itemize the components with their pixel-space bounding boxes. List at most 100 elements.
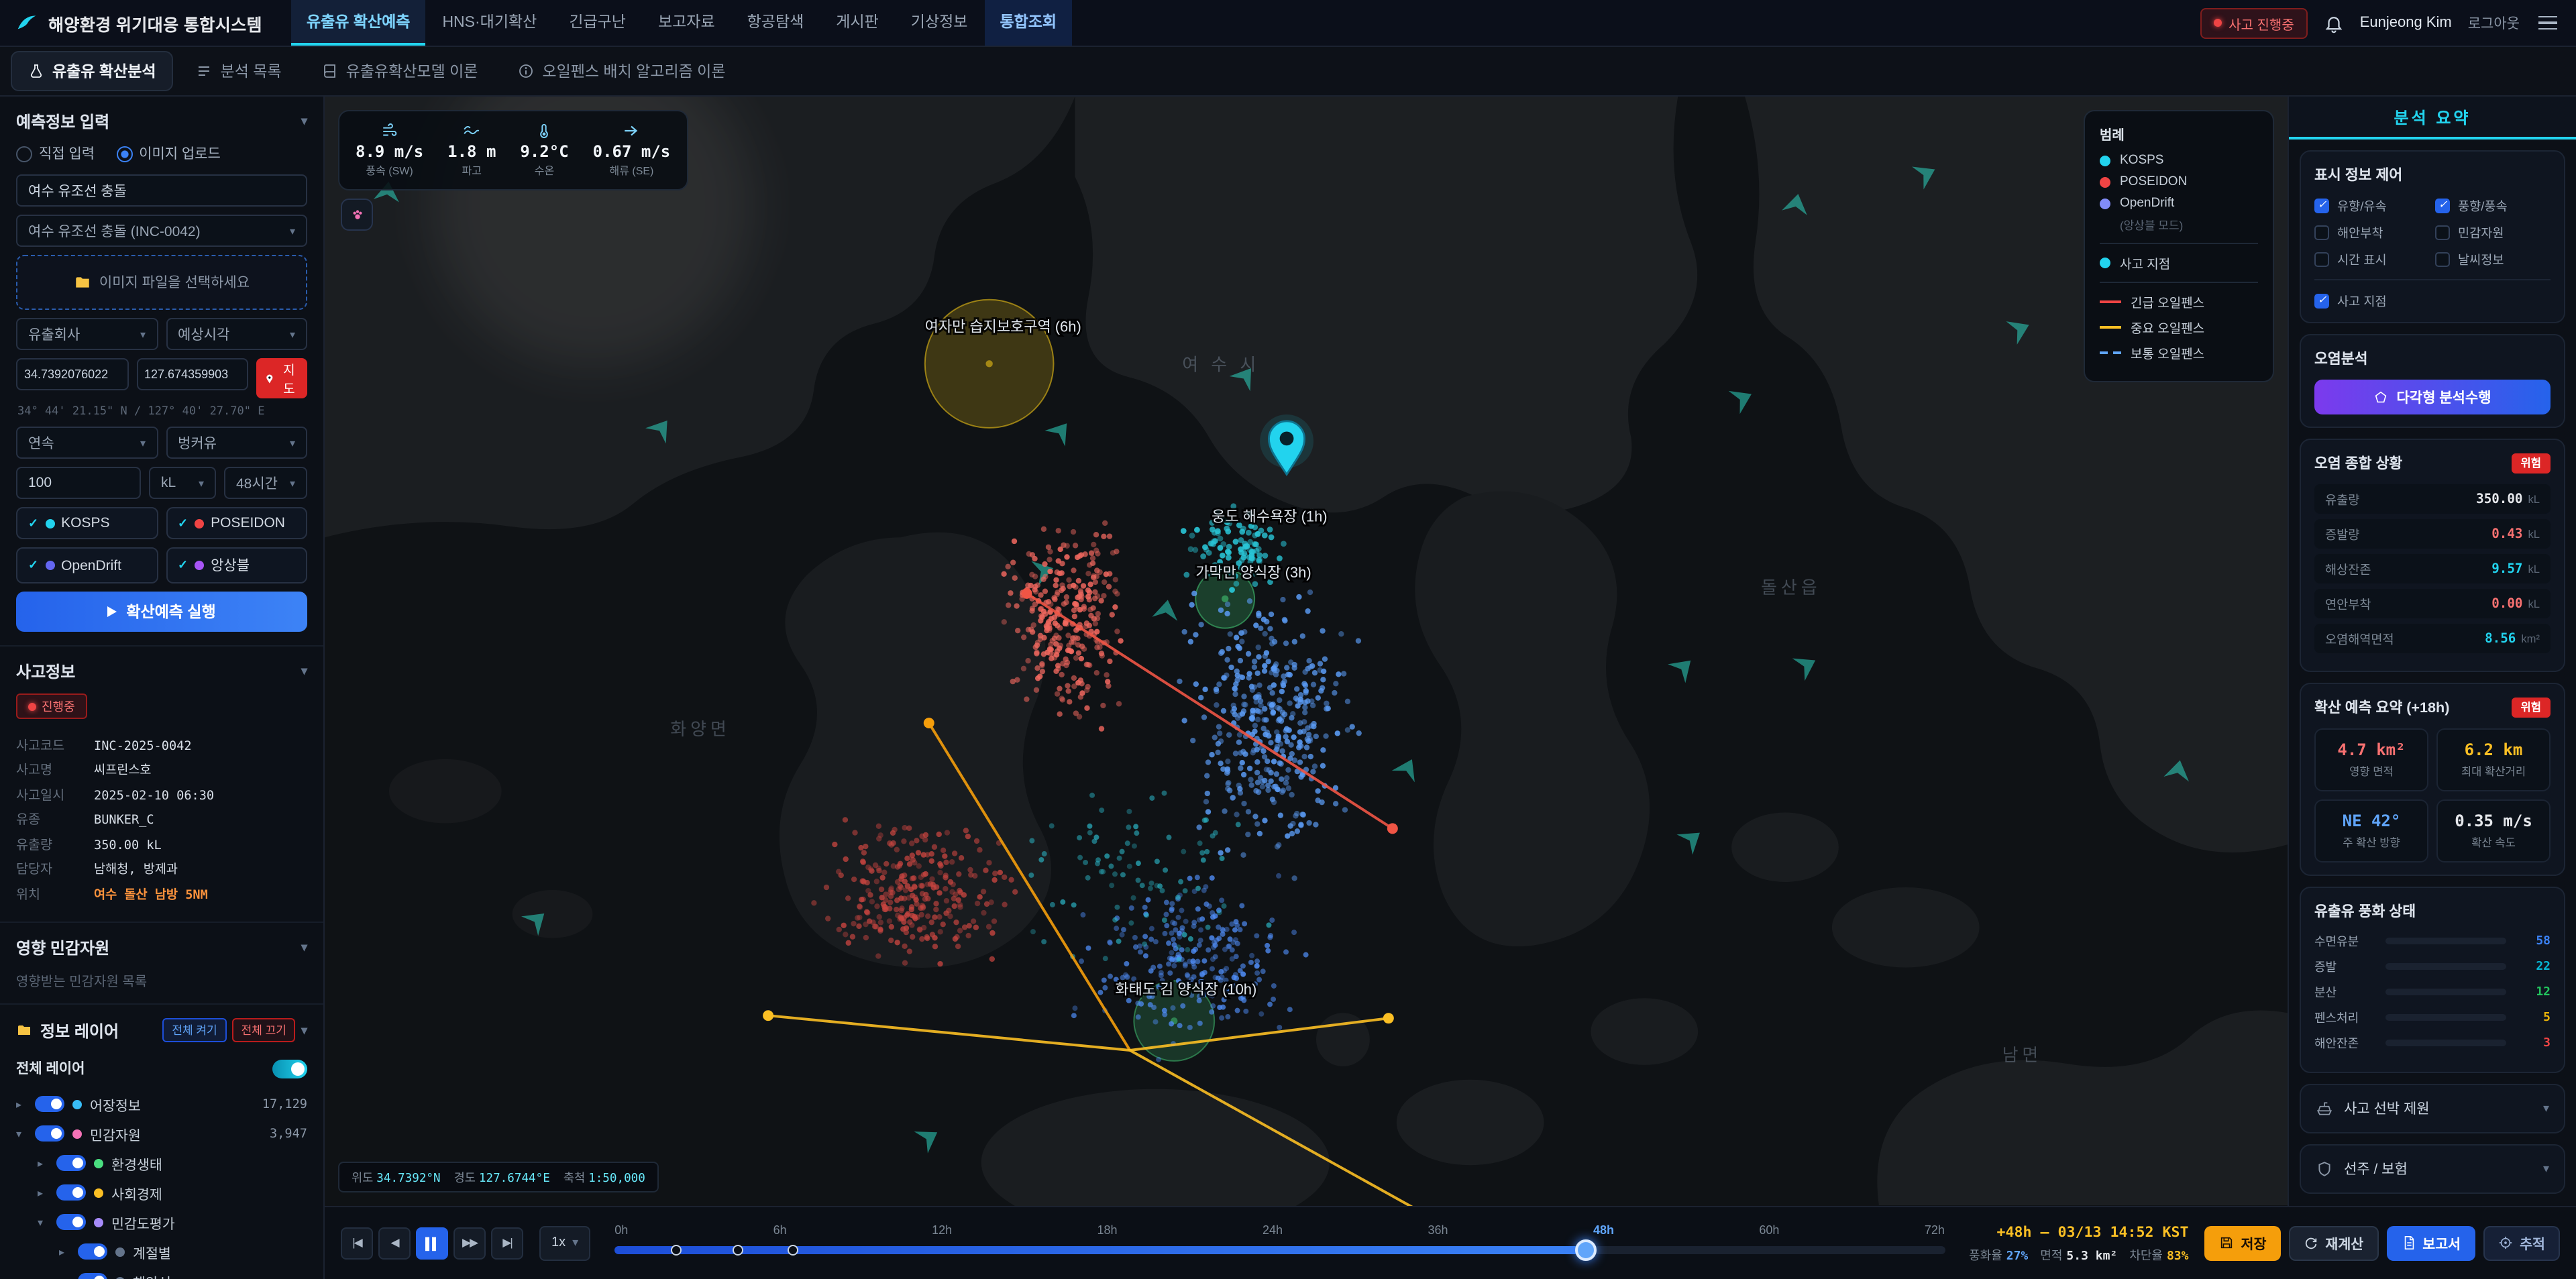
tab[interactable]: 분석 목록: [179, 51, 299, 91]
nav-item[interactable]: 항공탐색: [733, 0, 819, 46]
timeline-thumb[interactable]: [1575, 1239, 1597, 1260]
nav-item[interactable]: 유출유 확산예측: [292, 0, 425, 46]
logout-link[interactable]: 로그아웃: [2468, 13, 2520, 33]
display-option-checkbox[interactable]: 민감자원: [2435, 223, 2551, 241]
oil-type-select[interactable]: 벙커유▾: [166, 427, 307, 459]
nav-item[interactable]: 통합조회: [985, 0, 1071, 46]
timeline-tick-label[interactable]: 48h: [1593, 1223, 1614, 1236]
layer-tree-row[interactable]: ▸ 어장정보 17,129: [16, 1089, 307, 1119]
collapse-chevron-icon[interactable]: ▾: [301, 664, 307, 679]
playback-button[interactable]: ◀: [378, 1227, 411, 1259]
spill-amount-input[interactable]: [16, 467, 141, 499]
layer-tree-row[interactable]: ▸ 계절별: [16, 1237, 307, 1266]
layers-all-on-button[interactable]: 전체 켜기: [162, 1018, 226, 1042]
map-canvas[interactable]: 여 수 시화양면돌산읍남면여자만 습지보호구역 (6h)웅도 해수욕장 (1h)…: [325, 97, 2288, 1205]
layers-all-off-button[interactable]: 전체 끄기: [232, 1018, 296, 1042]
pick-on-map-button[interactable]: 지도: [256, 358, 307, 398]
timeline-tick-label[interactable]: 72h: [1925, 1223, 1945, 1236]
timeline-tick-label[interactable]: 36h: [1428, 1223, 1448, 1236]
timeline-slider[interactable]: 0h 6h 12h 18h 24h 36h 48h 60h 72h: [614, 1219, 1945, 1267]
collapsible-section-header[interactable]: 사고 선박 제원 ▾: [2300, 1084, 2565, 1133]
run-prediction-button[interactable]: 확산예측 실행: [16, 592, 307, 632]
timeline-tick-label[interactable]: 12h: [932, 1223, 952, 1236]
timeline-tick-label[interactable]: 24h: [1263, 1223, 1283, 1236]
playback-button[interactable]: ▌▌: [416, 1227, 448, 1259]
timeline-tick-label[interactable]: 18h: [1097, 1223, 1118, 1236]
incident-name-input[interactable]: [16, 174, 307, 207]
input-mode-radio[interactable]: 직접 입력: [16, 144, 95, 164]
nav-item[interactable]: 게시판: [821, 0, 894, 46]
nav-item[interactable]: 기상정보: [896, 0, 983, 46]
nav-item[interactable]: HNS·대기확산: [427, 0, 551, 46]
timeline-tick-label[interactable]: 60h: [1759, 1223, 1779, 1236]
action-button[interactable]: 보고서: [2386, 1225, 2475, 1260]
collapse-chevron-icon[interactable]: ▾: [301, 1023, 307, 1038]
layer-tree-row[interactable]: ▸ 사회경제: [16, 1178, 307, 1207]
image-upload-dropzone[interactable]: 이미지 파일을 선택하세요: [16, 255, 307, 310]
notifications-bell-icon[interactable]: [2324, 13, 2344, 33]
model-checkbox-chip[interactable]: ✓ 앙상블: [166, 547, 307, 583]
tree-caret-icon[interactable]: ▾: [38, 1216, 48, 1228]
display-option-checkbox[interactable]: 시간 표시: [2314, 249, 2430, 268]
time-select[interactable]: 예상시각▾: [166, 318, 307, 350]
playback-button[interactable]: ▶▶: [453, 1227, 486, 1259]
polygon-analysis-button[interactable]: 다각형 분석수행: [2314, 380, 2551, 414]
model-checkbox-chip[interactable]: ✓ POSEIDON: [166, 507, 307, 539]
layer-toggle[interactable]: [78, 1273, 107, 1279]
layer-tree-row[interactable]: ▾ 민감도평가: [16, 1207, 307, 1237]
display-option-checkbox[interactable]: 해안부착: [2314, 223, 2430, 241]
display-option-checkbox[interactable]: 날씨정보: [2435, 249, 2551, 268]
tab[interactable]: 유출유확산모델 이론: [305, 51, 496, 91]
nav-item[interactable]: 보고자료: [643, 0, 730, 46]
collapse-chevron-icon[interactable]: ▾: [301, 114, 307, 129]
tab[interactable]: 유출유 확산분석: [11, 51, 174, 91]
layer-tree-row[interactable]: ▸ 환경생태: [16, 1148, 307, 1178]
tree-caret-icon[interactable]: ▸: [16, 1098, 27, 1110]
tree-caret-icon[interactable]: ▸: [59, 1245, 70, 1258]
action-button[interactable]: 재계산: [2289, 1225, 2378, 1260]
tree-caret-icon[interactable]: ▸: [38, 1186, 48, 1199]
incident-point-checkbox[interactable]: 사고 지점: [2314, 291, 2551, 310]
timeline-event-marker[interactable]: [733, 1244, 744, 1255]
timeline-event-marker[interactable]: [788, 1244, 798, 1255]
action-button[interactable]: 저장: [2205, 1225, 2282, 1260]
menu-icon[interactable]: [2536, 13, 2560, 33]
nav-item[interactable]: 긴급구난: [554, 0, 641, 46]
model-checkbox-chip[interactable]: ✓ OpenDrift: [16, 547, 158, 583]
longitude-input[interactable]: [136, 358, 248, 390]
display-option-checkbox[interactable]: 풍향/풍속: [2435, 196, 2551, 215]
playback-button[interactable]: |◀: [341, 1227, 373, 1259]
duration-select[interactable]: 48시간▾: [224, 467, 307, 499]
display-option-checkbox[interactable]: 유향/유속: [2314, 196, 2430, 215]
action-button[interactable]: 추적: [2483, 1225, 2560, 1260]
playback-button[interactable]: ▶|: [491, 1227, 523, 1259]
spill-type-select[interactable]: 연속▾: [16, 427, 158, 459]
model-checkbox-chip[interactable]: ✓ KOSPS: [16, 507, 158, 539]
layer-toggle[interactable]: [35, 1096, 64, 1112]
layer-toggle[interactable]: [56, 1155, 86, 1171]
tree-caret-icon[interactable]: ▸: [38, 1157, 48, 1169]
map-annotation-button[interactable]: [341, 199, 373, 231]
layer-toggle[interactable]: [56, 1214, 86, 1230]
layer-toggle[interactable]: [35, 1125, 64, 1142]
incident-select[interactable]: 여수 유조선 충돌 (INC-0042)▾: [16, 215, 307, 247]
collapsible-section-header[interactable]: 선주 / 보험 ▾: [2300, 1144, 2565, 1194]
timeline-event-marker[interactable]: [670, 1244, 681, 1255]
timeline-track[interactable]: [614, 1245, 1945, 1254]
layer-toggle[interactable]: [56, 1184, 86, 1201]
timeline-tick-label[interactable]: 0h: [614, 1223, 628, 1236]
tree-caret-icon[interactable]: ▸: [59, 1275, 70, 1279]
company-select[interactable]: 유출회사▾: [16, 318, 158, 350]
tab[interactable]: 오일펜스 배치 알고리즘 이론: [500, 51, 743, 91]
timeline-tick-label[interactable]: 6h: [773, 1223, 787, 1236]
layer-tree-row[interactable]: ▾ 민감자원 3,947: [16, 1119, 307, 1148]
layer-tree-row[interactable]: ▸ 해안선: [16, 1266, 307, 1279]
input-mode-radio[interactable]: 이미지 업로드: [116, 144, 221, 164]
master-layer-toggle[interactable]: [272, 1059, 307, 1078]
layer-toggle[interactable]: [78, 1243, 107, 1260]
collapse-chevron-icon[interactable]: ▾: [301, 940, 307, 955]
playback-speed-select[interactable]: 1x▾: [539, 1225, 590, 1260]
latitude-input[interactable]: [16, 358, 128, 390]
unit-select[interactable]: kL▾: [149, 467, 216, 499]
tree-caret-icon[interactable]: ▾: [16, 1127, 27, 1139]
